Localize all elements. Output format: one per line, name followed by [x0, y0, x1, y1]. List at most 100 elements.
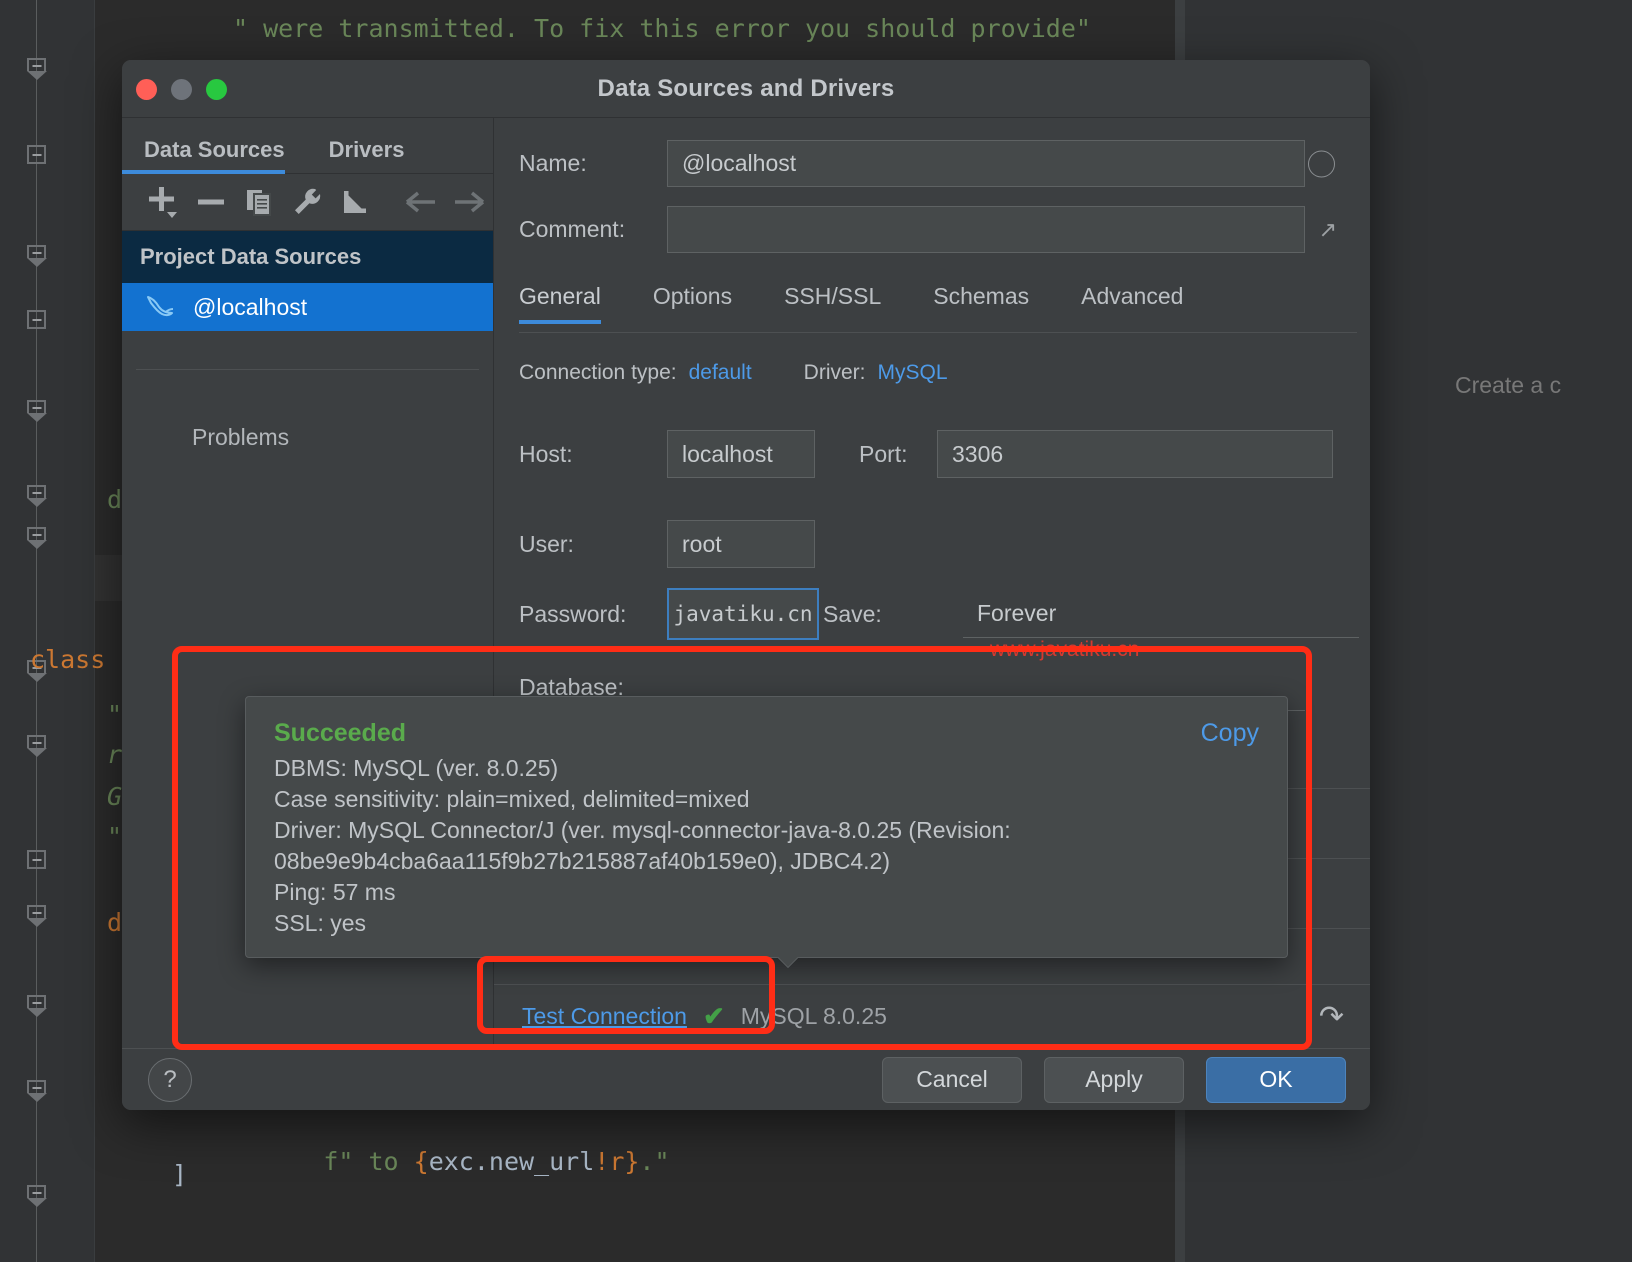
minimize-icon[interactable]	[171, 79, 192, 100]
fold-marker[interactable]	[27, 1080, 46, 1093]
comment-input[interactable]	[667, 206, 1305, 253]
ok-button[interactable]: OK	[1206, 1057, 1346, 1103]
connection-type-value[interactable]: default	[689, 361, 752, 385]
code-fragment-f: f" to	[323, 1147, 413, 1176]
code-fragment-conv: !r}	[594, 1147, 639, 1176]
user-input[interactable]: root	[667, 520, 815, 568]
gutter-guide-line	[36, 0, 37, 1262]
duplicate-datasource-button[interactable]	[235, 179, 283, 225]
port-input[interactable]: 3306	[937, 430, 1333, 478]
sidebar-spacer	[122, 331, 493, 369]
name-status-indicator-icon	[1308, 150, 1335, 177]
cancel-button[interactable]: Cancel	[882, 1057, 1022, 1103]
connection-meta-row: Connection type: default Driver: MySQL	[519, 361, 948, 385]
copy-link[interactable]: Copy	[1201, 719, 1259, 748]
tab-ssh-ssl[interactable]: SSH/SSL	[784, 283, 907, 324]
arrow-left-icon	[404, 187, 438, 217]
revert-arrow-icon[interactable]: ↷	[1319, 999, 1344, 1034]
fold-marker[interactable]	[27, 485, 46, 498]
code-snippet-quote1: "	[107, 700, 122, 729]
mysql-dolphin-icon	[144, 294, 176, 320]
tooltip-line-dbms: DBMS: MySQL (ver. 8.0.25)	[274, 753, 1259, 784]
remove-datasource-button[interactable]	[187, 179, 235, 225]
apply-button[interactable]: Apply	[1044, 1057, 1184, 1103]
add-datasource-button[interactable]	[139, 179, 187, 225]
fold-marker[interactable]	[27, 850, 46, 869]
code-closing-bracket: ]	[172, 1160, 187, 1189]
comment-label: Comment:	[519, 216, 667, 243]
arrow-down-left-icon	[339, 186, 371, 218]
import-button[interactable]	[331, 179, 379, 225]
tab-schemas[interactable]: Schemas	[933, 283, 1055, 324]
driver-value[interactable]: MySQL	[878, 361, 948, 385]
navigate-forward-button[interactable]	[445, 179, 493, 225]
test-connection-result-tooltip: Succeeded Copy DBMS: MySQL (ver. 8.0.25)…	[245, 696, 1288, 958]
settings-tabs-underline	[519, 332, 1357, 333]
code-snippet-g: G	[107, 782, 122, 811]
expand-editor-icon[interactable]: ↗	[1319, 217, 1337, 243]
sidebar-item-localhost[interactable]: @localhost	[122, 283, 493, 331]
fold-marker[interactable]	[27, 735, 46, 748]
dialog-titlebar: Data Sources and Drivers	[122, 60, 1370, 118]
copy-icon	[243, 186, 275, 218]
dialog-footer: ? Cancel Apply OK	[122, 1048, 1370, 1110]
tab-drivers[interactable]: Drivers	[329, 137, 425, 173]
tab-data-sources[interactable]: Data Sources	[144, 137, 305, 173]
dialog-title: Data Sources and Drivers	[122, 75, 1370, 103]
zoom-icon[interactable]	[206, 79, 227, 100]
code-fragment-expr: exc.new_url	[429, 1147, 595, 1176]
plus-dropdown-icon	[147, 185, 179, 219]
code-snippet-r: r	[107, 740, 122, 769]
sidebar-problems-label[interactable]: Problems	[122, 370, 493, 451]
name-label: Name:	[519, 150, 667, 177]
fold-marker[interactable]	[27, 1185, 46, 1198]
fold-marker[interactable]	[27, 245, 46, 258]
code-snippet-quote2: "	[107, 822, 122, 851]
help-button[interactable]: ?	[148, 1058, 192, 1102]
fold-marker[interactable]	[27, 995, 46, 1008]
comment-field-row: Comment: ↗	[519, 206, 1349, 253]
page-watermark: www.javatiku.cn	[990, 638, 1139, 662]
password-field-row: Password: javatiku.cn Save: Forever	[519, 588, 1359, 640]
port-label: Port:	[815, 441, 937, 468]
code-class-keyword: class	[30, 645, 105, 674]
fold-marker[interactable]	[27, 400, 46, 413]
fold-marker[interactable]	[27, 58, 46, 71]
tab-general[interactable]: General	[519, 283, 627, 324]
code-fragment-tail: ."	[639, 1147, 669, 1176]
fold-marker[interactable]	[27, 905, 46, 918]
fold-marker[interactable]	[27, 527, 46, 540]
tab-advanced[interactable]: Advanced	[1081, 283, 1209, 324]
checkmark-icon: ✔	[703, 1001, 725, 1032]
properties-button[interactable]	[283, 179, 331, 225]
save-select[interactable]: Forever	[963, 590, 1359, 638]
test-connection-link[interactable]: Test Connection	[522, 1003, 687, 1030]
tooltip-pointer	[774, 957, 800, 970]
sidebar-group-header[interactable]: Project Data Sources	[122, 231, 493, 283]
close-icon[interactable]	[136, 79, 157, 100]
settings-tabs: General Options SSH/SSL Schemas Advanced	[519, 283, 1349, 324]
user-field-row: User: root	[519, 520, 815, 568]
navigate-back-button[interactable]	[397, 179, 445, 225]
right-pane-hint-text: Create a c	[1455, 372, 1561, 399]
sidebar-item-label: @localhost	[193, 294, 307, 321]
host-field-row: Host: localhost Port: 3306	[519, 430, 1333, 478]
minus-icon	[195, 186, 227, 218]
driver-version-text: MySQL 8.0.25	[741, 1003, 887, 1030]
password-input[interactable]: javatiku.cn	[667, 588, 819, 640]
save-label: Save:	[819, 601, 941, 628]
editor-gutter	[0, 0, 95, 1262]
name-input[interactable]: @localhost	[667, 140, 1305, 187]
window-controls	[136, 60, 227, 118]
sidebar-tabs: Data Sources Drivers	[122, 118, 493, 174]
footer-button-group: Cancel Apply OK	[882, 1057, 1346, 1103]
fold-marker[interactable]	[27, 145, 46, 164]
code-snippet-d1: d	[107, 485, 122, 514]
arrow-right-icon	[452, 187, 486, 217]
user-label: User:	[519, 531, 667, 558]
tooltip-details: DBMS: MySQL (ver. 8.0.25) Case sensitivi…	[274, 753, 1259, 939]
tab-options[interactable]: Options	[653, 283, 758, 324]
password-label: Password:	[519, 601, 667, 628]
host-input[interactable]: localhost	[667, 430, 815, 478]
fold-marker[interactable]	[27, 310, 46, 329]
